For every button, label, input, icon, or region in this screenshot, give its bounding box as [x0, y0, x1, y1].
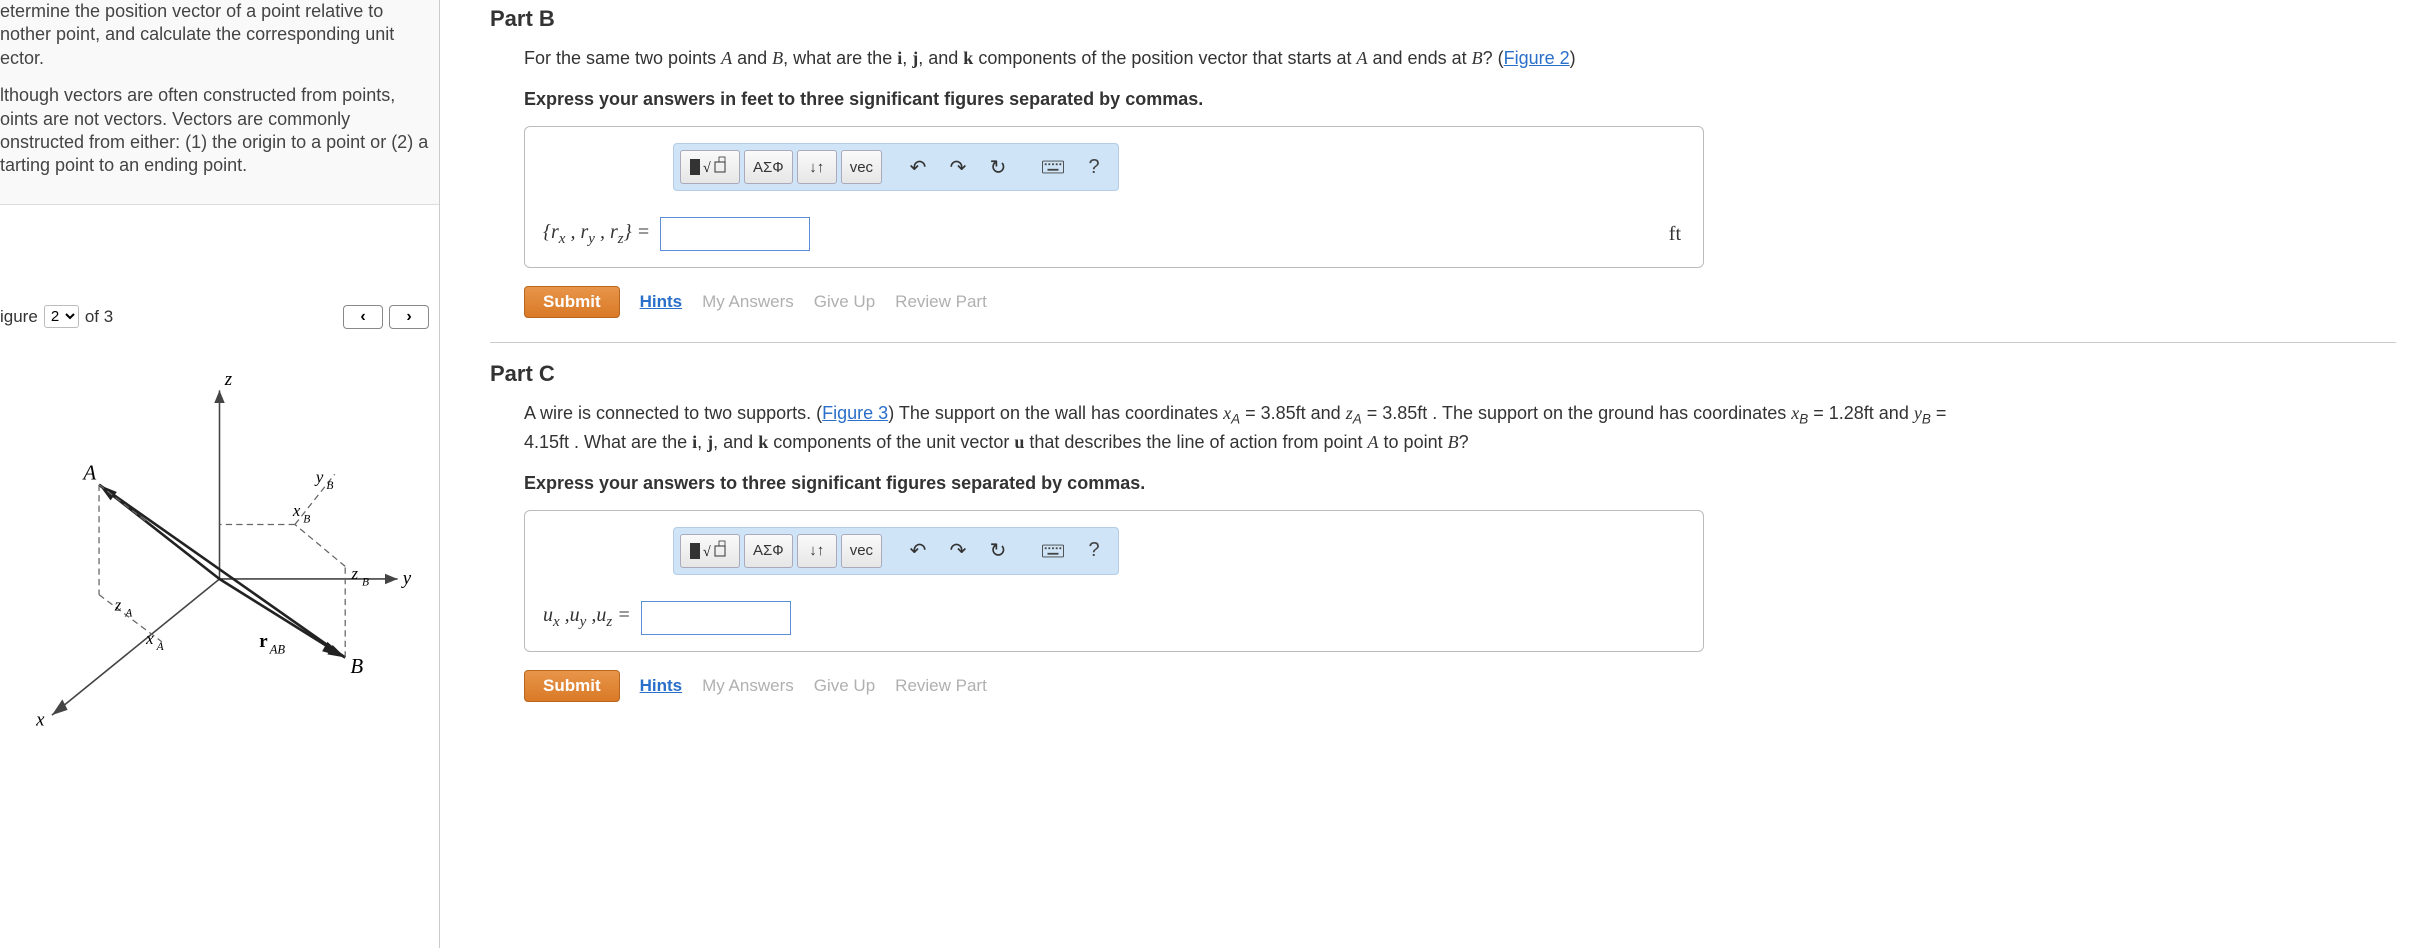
axis-x-label: x	[35, 709, 45, 730]
hints-link[interactable]: Hints	[640, 676, 683, 696]
give-up-link[interactable]: Give Up	[814, 676, 875, 696]
keyboard-icon	[1042, 544, 1064, 558]
part-b-variable-label: {rx , ry , rz} =	[543, 221, 650, 248]
undo-button[interactable]: ↶	[900, 150, 936, 184]
figure-select[interactable]: 2	[44, 305, 79, 328]
redo-button[interactable]: ↷	[940, 534, 976, 568]
review-part-link[interactable]: Review Part	[895, 676, 987, 696]
updown-icon: ↓↑	[809, 159, 824, 176]
chevron-right-icon: ›	[406, 308, 411, 326]
vec-button[interactable]: vec	[841, 534, 882, 568]
part-c-answer-input[interactable]	[641, 601, 791, 635]
reset-button[interactable]: ↻	[980, 150, 1016, 184]
figure-3-link[interactable]: Figure 3	[822, 403, 888, 423]
part-c-prompt: A wire is connected to two supports. (Fi…	[524, 401, 1994, 455]
part-b-actions: Submit Hints My Answers Give Up Review P…	[524, 286, 2396, 318]
reset-button[interactable]: ↻	[980, 534, 1016, 568]
redo-icon: ↷	[950, 155, 967, 180]
svg-text:z: z	[114, 595, 122, 614]
figure-count: of 3	[85, 307, 113, 327]
submit-button[interactable]: Submit	[524, 670, 620, 702]
svg-text:B: B	[362, 576, 369, 588]
axis-y-label: y	[401, 568, 412, 589]
my-answers-link[interactable]: My Answers	[702, 676, 794, 696]
svg-text:√: √	[703, 545, 711, 560]
subscript-superscript-button[interactable]: ↓↑	[797, 534, 837, 568]
axis-z-label: z	[224, 369, 233, 390]
part-b-title: Part B	[490, 6, 2396, 32]
part-b-toolbar: √ ΑΣФ ↓↑ vec ↶ ↷ ↻	[673, 143, 1119, 191]
figure-nav: igure 2 of 3 ‹ ›	[0, 295, 439, 339]
point-b-label: B	[350, 654, 363, 678]
keyboard-button[interactable]	[1034, 534, 1072, 568]
vector-diagram-svg: z y x A B zA xA xB yB zB rAB	[10, 359, 429, 736]
part-b-instruction: Express your answers in feet to three si…	[524, 89, 2396, 110]
greek-button[interactable]: ΑΣФ	[744, 534, 793, 568]
svg-text:AB: AB	[269, 642, 286, 656]
svg-text:A: A	[156, 641, 165, 653]
keyboard-button[interactable]	[1034, 150, 1072, 184]
prev-figure-button[interactable]: ‹	[343, 305, 383, 329]
part-b-answer-box: √ ΑΣФ ↓↑ vec ↶ ↷ ↻	[524, 126, 1704, 268]
point-a-label: A	[81, 460, 96, 484]
figure-label: igure	[0, 307, 38, 327]
help-button[interactable]: ?	[1076, 150, 1112, 184]
figure-diagram: z y x A B zA xA xB yB zB rAB	[0, 339, 439, 739]
svg-text:y: y	[314, 467, 324, 486]
part-b-answer-input[interactable]	[660, 217, 810, 251]
part-b-input-row: {rx , ry , rz} = ft	[543, 217, 1685, 251]
undo-button[interactable]: ↶	[900, 534, 936, 568]
template-icon: √	[689, 540, 731, 562]
hints-link[interactable]: Hints	[640, 292, 683, 312]
redo-icon: ↷	[950, 538, 967, 563]
greek-button[interactable]: ΑΣФ	[744, 150, 793, 184]
part-b-unit: ft	[1669, 223, 1681, 246]
next-figure-button[interactable]: ›	[389, 305, 429, 329]
part-c-title: Part C	[490, 361, 2396, 387]
figure-2-link[interactable]: Figure 2	[1504, 48, 1570, 68]
reset-icon: ↻	[990, 155, 1007, 180]
vec-button[interactable]: vec	[841, 150, 882, 184]
part-c-actions: Submit Hints My Answers Give Up Review P…	[524, 670, 2396, 702]
sidebar: etermine the position vector of a point …	[0, 0, 440, 948]
undo-icon: ↶	[910, 155, 927, 180]
my-answers-link[interactable]: My Answers	[702, 292, 794, 312]
part-c-variable-label: ux ,uy ,uz =	[543, 604, 631, 631]
svg-text:A: A	[124, 607, 133, 619]
svg-text:x: x	[145, 629, 154, 648]
part-b-prompt: For the same two points A and B, what ar…	[524, 46, 2396, 71]
part-c-input-row: ux ,uy ,uz =	[543, 601, 1685, 635]
svg-text:r: r	[259, 631, 267, 652]
svg-text:√: √	[703, 161, 711, 176]
keyboard-icon	[1042, 160, 1064, 174]
templates-button[interactable]: √	[680, 150, 740, 184]
reset-icon: ↻	[990, 538, 1007, 563]
updown-icon: ↓↑	[809, 542, 824, 559]
redo-button[interactable]: ↷	[940, 150, 976, 184]
submit-button[interactable]: Submit	[524, 286, 620, 318]
learning-goal-text: etermine the position vector of a point …	[0, 0, 439, 205]
undo-icon: ↶	[910, 538, 927, 563]
svg-text:z: z	[350, 564, 358, 583]
chevron-left-icon: ‹	[360, 308, 365, 326]
intro-paragraph-2: lthough vectors are often constructed fr…	[0, 84, 431, 178]
main-content: Part B For the same two points A and B, …	[440, 0, 2416, 948]
svg-text:B: B	[326, 480, 333, 492]
svg-text:B: B	[303, 513, 310, 525]
template-icon: √	[689, 156, 731, 178]
intro-paragraph-1: etermine the position vector of a point …	[0, 0, 431, 70]
review-part-link[interactable]: Review Part	[895, 292, 987, 312]
help-button[interactable]: ?	[1076, 534, 1112, 568]
part-c-instruction: Express your answers to three significan…	[524, 473, 2396, 494]
svg-text:x: x	[292, 501, 301, 520]
templates-button[interactable]: √	[680, 534, 740, 568]
part-c-answer-box: √ ΑΣФ ↓↑ vec ↶ ↷ ↻ ? ux ,uy ,uz =	[524, 510, 1704, 652]
subscript-superscript-button[interactable]: ↓↑	[797, 150, 837, 184]
give-up-link[interactable]: Give Up	[814, 292, 875, 312]
part-c-toolbar: √ ΑΣФ ↓↑ vec ↶ ↷ ↻ ?	[673, 527, 1119, 575]
section-divider	[490, 342, 2396, 343]
